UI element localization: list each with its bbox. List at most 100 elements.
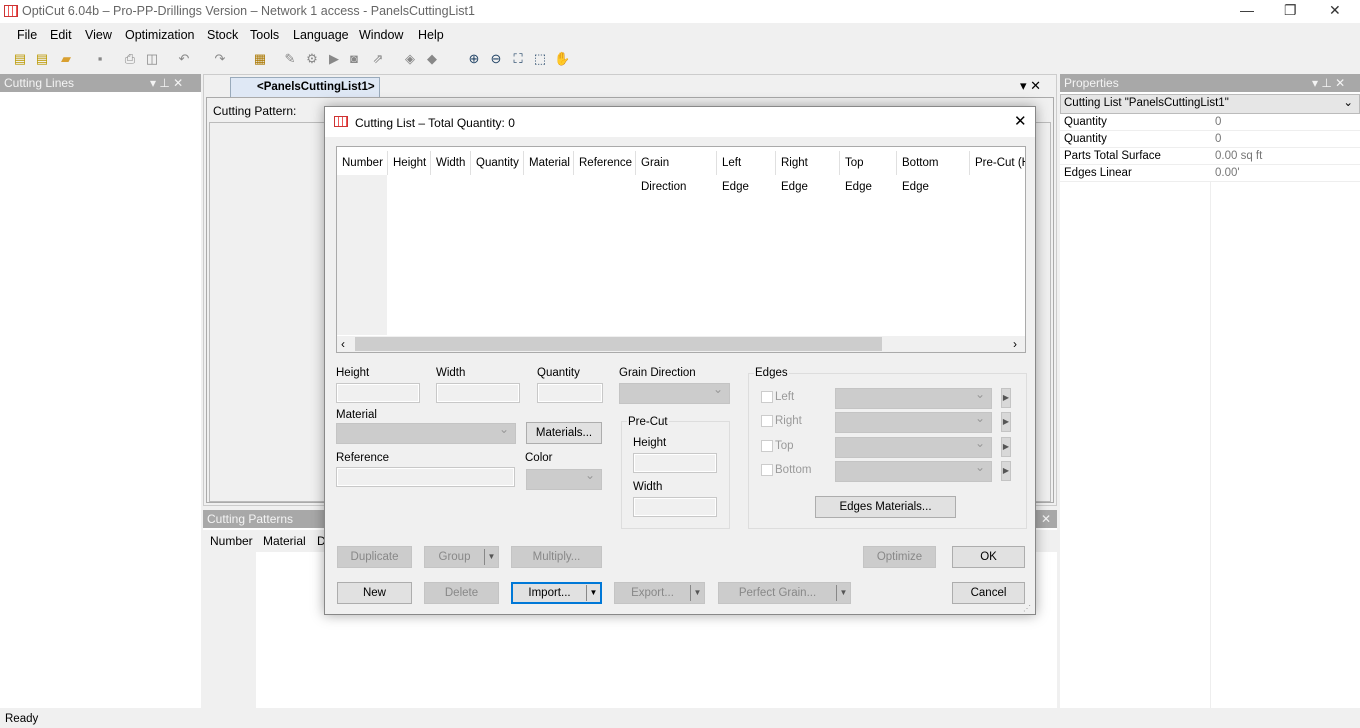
bottom-edge-checkbox[interactable] — [761, 464, 773, 476]
col-bottom-edge[interactable]: Bottom Edge — [897, 151, 970, 193]
report-icon[interactable]: ◙ — [346, 51, 362, 67]
col-material[interactable]: Material — [263, 534, 306, 548]
col-reference[interactable]: Reference — [574, 151, 636, 175]
dropdown-arrow-icon[interactable]: ▼ — [690, 585, 704, 601]
panel-controls[interactable]: ▾ ⊥ ✕ — [150, 76, 183, 90]
print-preview-icon[interactable]: ◫ — [144, 51, 160, 67]
color-select[interactable] — [526, 468, 602, 490]
layers-icon[interactable]: ◆ — [424, 51, 440, 67]
horizontal-scrollbar[interactable]: ‹ › — [337, 336, 1025, 352]
close-button[interactable]: ✕ — [1329, 2, 1341, 19]
cancel-button[interactable]: Cancel — [952, 582, 1025, 604]
parts-grid[interactable]: Number Height Width Quantity Material Re… — [336, 146, 1026, 353]
edit-icon[interactable]: ✎ — [282, 51, 298, 67]
height-input[interactable] — [336, 383, 420, 403]
settings-icon[interactable]: ⚙ — [304, 51, 320, 67]
reference-input[interactable] — [336, 467, 515, 487]
zoom-fit-icon[interactable]: ⛶ — [510, 51, 526, 67]
top-edge-select[interactable] — [835, 436, 992, 458]
tab-controls[interactable]: ▾ ✕ — [1020, 78, 1041, 94]
col-number[interactable]: Number — [337, 151, 388, 175]
menu-tools[interactable]: Tools — [250, 28, 279, 42]
dialog-close-button[interactable]: ✕ — [1014, 112, 1027, 130]
menu-view[interactable]: View — [85, 28, 112, 42]
left-edge-arrow[interactable]: ▶ — [1001, 388, 1011, 408]
bottom-edge-select[interactable] — [835, 460, 992, 482]
pre-cut-height-input[interactable] — [633, 453, 717, 473]
top-edge-arrow[interactable]: ▶ — [1001, 437, 1011, 457]
edges-materials-button[interactable]: Edges Materials... — [815, 496, 956, 518]
new-icon[interactable]: ▤ — [12, 51, 28, 67]
dropdown-arrow-icon[interactable]: ▼ — [484, 549, 498, 565]
col-width[interactable]: Width — [431, 151, 471, 175]
print-icon[interactable]: ⎙ — [122, 51, 138, 67]
pre-cut-width-input[interactable] — [633, 497, 717, 517]
width-input[interactable] — [436, 383, 520, 403]
new-button[interactable]: New — [337, 582, 412, 604]
menu-window[interactable]: Window — [359, 28, 403, 42]
menu-optimization[interactable]: Optimization — [125, 28, 194, 42]
col-right-edge[interactable]: Right Edge — [776, 151, 840, 193]
col-left-edge[interactable]: Left Edge — [717, 151, 776, 193]
object-selector[interactable]: Cutting List "PanelsCuttingList1" ⌄ — [1060, 94, 1360, 114]
panel-close[interactable]: ✕ — [1041, 512, 1051, 526]
left-edge-checkbox[interactable] — [761, 391, 773, 403]
export-button[interactable]: Export... ▼ — [614, 582, 705, 604]
zoom-window-icon[interactable]: ⬚ — [532, 51, 548, 67]
save-icon[interactable]: ▪ — [92, 51, 108, 67]
col-grain-direction[interactable]: Grain Direction — [636, 151, 717, 193]
menu-stock[interactable]: Stock — [207, 28, 238, 42]
document-tab[interactable]: <PanelsCuttingList1> — [230, 77, 380, 97]
menu-help[interactable]: Help — [418, 28, 444, 42]
materials-button[interactable]: Materials... — [526, 422, 602, 444]
delete-button[interactable]: Delete — [424, 582, 499, 604]
run-icon[interactable]: ▶ — [326, 51, 342, 67]
duplicate-button[interactable]: Duplicate — [337, 546, 412, 568]
col-top-edge[interactable]: Top Edge — [840, 151, 897, 193]
group-button[interactable]: Group ▼ — [424, 546, 499, 568]
perfect-grain-button[interactable]: Perfect Grain... ▼ — [718, 582, 851, 604]
stock-icon[interactable]: ◈ — [402, 51, 418, 67]
scroll-left-arrow[interactable]: ‹ — [341, 337, 345, 351]
open-icon[interactable]: ▰ — [58, 51, 74, 67]
zoom-out-icon[interactable]: ⊖ — [488, 51, 504, 67]
scroll-right-arrow[interactable]: › — [1013, 337, 1017, 351]
quantity-input[interactable] — [537, 383, 603, 403]
dropdown-arrow-icon[interactable]: ▼ — [586, 585, 600, 601]
optimize-button[interactable]: Optimize — [863, 546, 936, 568]
top-edge-checkbox[interactable] — [761, 440, 773, 452]
menu-language[interactable]: Language — [293, 28, 349, 42]
undo-icon[interactable]: ↶ — [176, 51, 192, 67]
panel-controls[interactable]: ▾ ⊥ ✕ — [1312, 76, 1345, 90]
menu-edit[interactable]: Edit — [50, 28, 72, 42]
col-quantity[interactable]: Quantity — [471, 151, 524, 175]
property-row[interactable]: Parts Total Surface 0.00 sq ft — [1060, 148, 1360, 165]
maximize-button[interactable]: ❐ — [1284, 2, 1297, 19]
left-edge-select[interactable] — [835, 387, 992, 409]
right-edge-checkbox[interactable] — [761, 415, 773, 427]
new-list-icon[interactable]: ▤ — [34, 51, 50, 67]
ok-button[interactable]: OK — [952, 546, 1025, 568]
pan-hand-icon[interactable]: ✋ — [554, 51, 570, 67]
import-button[interactable]: Import... ▼ — [511, 582, 602, 604]
export-icon[interactable]: ⇗ — [370, 51, 386, 67]
multiply-button[interactable]: Multiply... — [511, 546, 602, 568]
bottom-edge-arrow[interactable]: ▶ — [1001, 461, 1011, 481]
zoom-in-icon[interactable]: ⊕ — [466, 51, 482, 67]
grain-direction-select[interactable] — [619, 382, 730, 404]
scroll-thumb[interactable] — [355, 337, 882, 351]
col-number[interactable]: Number — [210, 534, 253, 548]
property-row[interactable]: Quantity 0 — [1060, 114, 1360, 131]
col-height[interactable]: Height — [388, 151, 431, 175]
redo-icon[interactable]: ↷ — [212, 51, 228, 67]
resize-grip[interactable]: ⋰ — [1023, 604, 1031, 613]
material-select[interactable] — [336, 422, 516, 444]
dropdown-arrow-icon[interactable]: ▼ — [836, 585, 850, 601]
right-edge-select[interactable] — [835, 411, 992, 433]
minimize-button[interactable]: — — [1240, 2, 1254, 18]
properties-icon[interactable]: ▦ — [252, 51, 268, 67]
property-row[interactable]: Quantity 0 — [1060, 131, 1360, 148]
col-material[interactable]: Material — [524, 151, 574, 175]
property-row[interactable]: Edges Linear 0.00' — [1060, 165, 1360, 182]
menu-file[interactable]: File — [17, 28, 37, 42]
